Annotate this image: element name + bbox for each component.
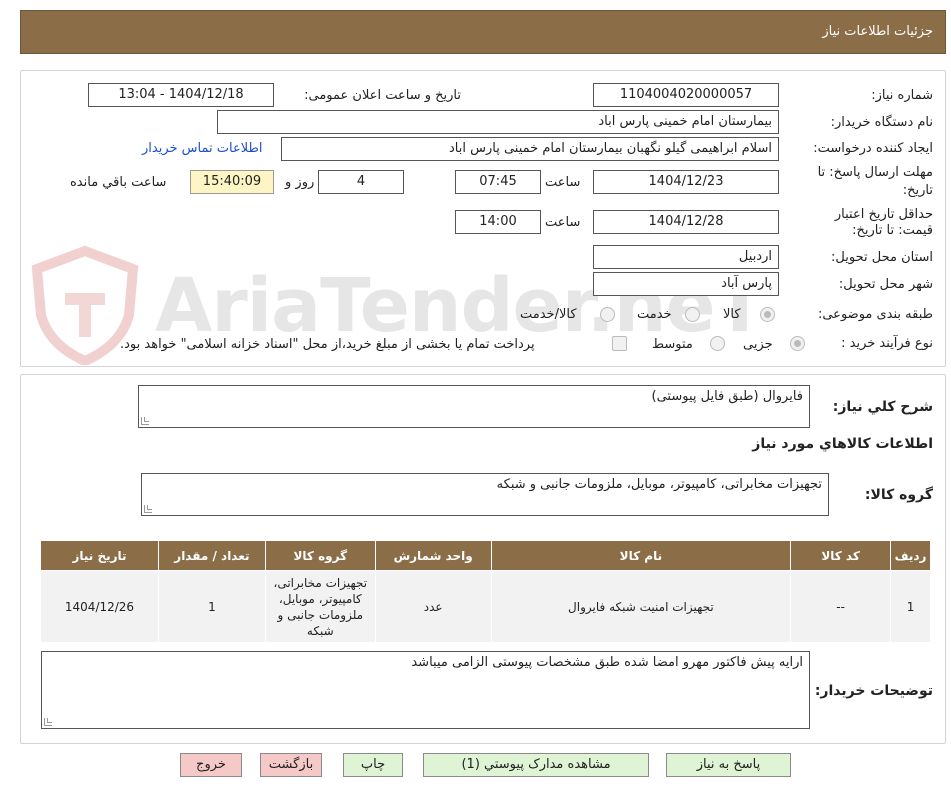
- remaining-label: ساعت باقي مانده: [70, 175, 167, 190]
- treasury-payment-note: پرداخت تمام یا بخشی از مبلغ خرید،از محل …: [120, 337, 535, 352]
- resize-handle-icon[interactable]: [44, 718, 52, 726]
- reply-to-need-button[interactable]: پاسخ به نیاز: [666, 753, 791, 777]
- summary-text: فایروال (طبق فایل پیوستی): [651, 389, 804, 404]
- days-label: روز و: [285, 175, 315, 190]
- validity-time-label: ساعت: [545, 215, 581, 230]
- page-title: جزئیات اطلاعات نیاز: [822, 24, 933, 39]
- cell-item-code: --: [790, 570, 892, 643]
- cell-quantity: 1: [157, 570, 266, 643]
- process-medium-label: متوسط: [652, 337, 693, 352]
- creator-field[interactable]: اسلام ابراهیمی گیلو نگهبان بیمارستان اما…: [281, 137, 779, 161]
- goods-group-textarea[interactable]: تجهیزات مخابراتی، کامپیوتر، موبایل، ملزو…: [141, 473, 829, 516]
- category-service-radio[interactable]: [685, 307, 700, 322]
- validity-time-field[interactable]: 14:00: [455, 210, 541, 234]
- process-minor-radio[interactable]: [790, 336, 805, 351]
- category-service-label: خدمت: [637, 307, 672, 322]
- summary-label: شرح کلي نياز:: [832, 399, 933, 415]
- validity-date-field[interactable]: 1404/12/28: [593, 210, 779, 234]
- deadline-time-label: ساعت: [545, 175, 581, 190]
- announce-label: تاریخ و ساعت اعلان عمومی:: [304, 88, 461, 103]
- validity-label-2: قیمت: تا تاریخ:: [852, 223, 933, 238]
- col-header-need-date: تاریخ نیاز: [40, 540, 159, 571]
- col-header-quantity: تعداد / مقدار: [157, 540, 266, 571]
- cell-row-number: 1: [890, 570, 931, 643]
- goods-group-text: تجهیزات مخابراتی، کامپیوتر، موبایل، ملزو…: [496, 477, 822, 492]
- deadline-label: مهلت ارسال پاسخ: تا: [817, 165, 933, 180]
- treasury-payment-checkbox[interactable]: [612, 336, 627, 351]
- col-header-item-name: نام کالا: [490, 540, 792, 571]
- resize-handle-icon[interactable]: [144, 505, 152, 513]
- category-goods-radio[interactable]: [760, 307, 775, 322]
- col-header-unit: واحد شمارش: [374, 540, 492, 571]
- category-goods-service-radio[interactable]: [600, 307, 615, 322]
- province-field[interactable]: اردبیل: [593, 245, 779, 269]
- table-row: 1 -- تجهیزات امنیت شبکه فایروال عدد تجهی…: [40, 570, 931, 643]
- need-number-field[interactable]: 1104004020000057: [593, 83, 779, 107]
- back-button[interactable]: بازگشت: [260, 753, 322, 777]
- goods-group-label: گروه کالا:: [864, 487, 933, 503]
- category-goods-service-label: کالا/خدمت: [520, 307, 577, 322]
- deadline-label-2: تاریخ:: [902, 183, 933, 198]
- process-minor-label: جزیی: [743, 337, 773, 352]
- summary-textarea[interactable]: فایروال (طبق فایل پیوستی): [138, 385, 810, 428]
- remaining-days-field[interactable]: 4: [318, 170, 404, 194]
- table-header-row: ردیف کد کالا نام کالا واحد شمارش گروه کا…: [40, 540, 931, 571]
- buyer-notes-text: ارایه پیش فاکتور مهرو امضا شده طبق مشخصا…: [411, 655, 803, 670]
- city-field[interactable]: پارس آباد: [593, 272, 779, 296]
- print-button[interactable]: چاپ: [343, 753, 403, 777]
- cell-goods-group: تجهیزات مخابراتی، کامپیوتر، موبایل، ملزو…: [264, 570, 376, 643]
- buyer-notes-label: توضیحات خریدار:: [814, 683, 933, 699]
- announce-datetime-field[interactable]: 1404/12/18 - 13:04: [88, 83, 274, 107]
- goods-section-title: اطلاعات کالاهاي مورد نياز: [752, 436, 933, 452]
- buyer-notes-textarea[interactable]: ارایه پیش فاکتور مهرو امضا شده طبق مشخصا…: [41, 651, 810, 729]
- process-label: نوع فرآیند خرید :: [841, 336, 933, 351]
- creator-label: ایجاد کننده درخواست:: [813, 141, 933, 156]
- need-number-label: شماره نیاز:: [871, 88, 933, 103]
- col-header-item-code: کد کالا: [790, 540, 892, 571]
- cell-need-date: 1404/12/26: [40, 570, 159, 643]
- exit-button[interactable]: خروج: [180, 753, 242, 777]
- resize-handle-icon[interactable]: [141, 417, 149, 425]
- cell-item-name: تجهیزات امنیت شبکه فایروال: [490, 570, 792, 643]
- city-label: شهر محل تحویل:: [838, 277, 933, 292]
- province-label: استان محل تحویل:: [831, 250, 933, 265]
- category-label: طبقه بندی موضوعی:: [817, 307, 933, 322]
- page-header: جزئیات اطلاعات نیاز: [20, 10, 946, 54]
- remaining-time-field[interactable]: 15:40:09: [190, 170, 274, 194]
- deadline-time-field[interactable]: 07:45: [455, 170, 541, 194]
- buyer-org-label: نام دستگاه خریدار:: [830, 115, 933, 130]
- col-header-goods-group: گروه کالا: [264, 540, 376, 571]
- buyer-org-field[interactable]: بیمارستان امام خمینی پارس اباد: [217, 110, 779, 134]
- category-goods-label: کالا: [723, 307, 741, 322]
- validity-label: حداقل تاریخ اعتبار: [834, 207, 933, 222]
- col-header-row-number: ردیف: [890, 540, 931, 571]
- deadline-date-field[interactable]: 1404/12/23: [593, 170, 779, 194]
- process-medium-radio[interactable]: [710, 336, 725, 351]
- buyer-contact-link[interactable]: اطلاعات تماس خریدار: [142, 141, 262, 156]
- cell-unit: عدد: [374, 570, 492, 643]
- view-attachments-button[interactable]: مشاهده مدارک پیوستي (1): [423, 753, 649, 777]
- goods-table: ردیف کد کالا نام کالا واحد شمارش گروه کا…: [40, 540, 931, 643]
